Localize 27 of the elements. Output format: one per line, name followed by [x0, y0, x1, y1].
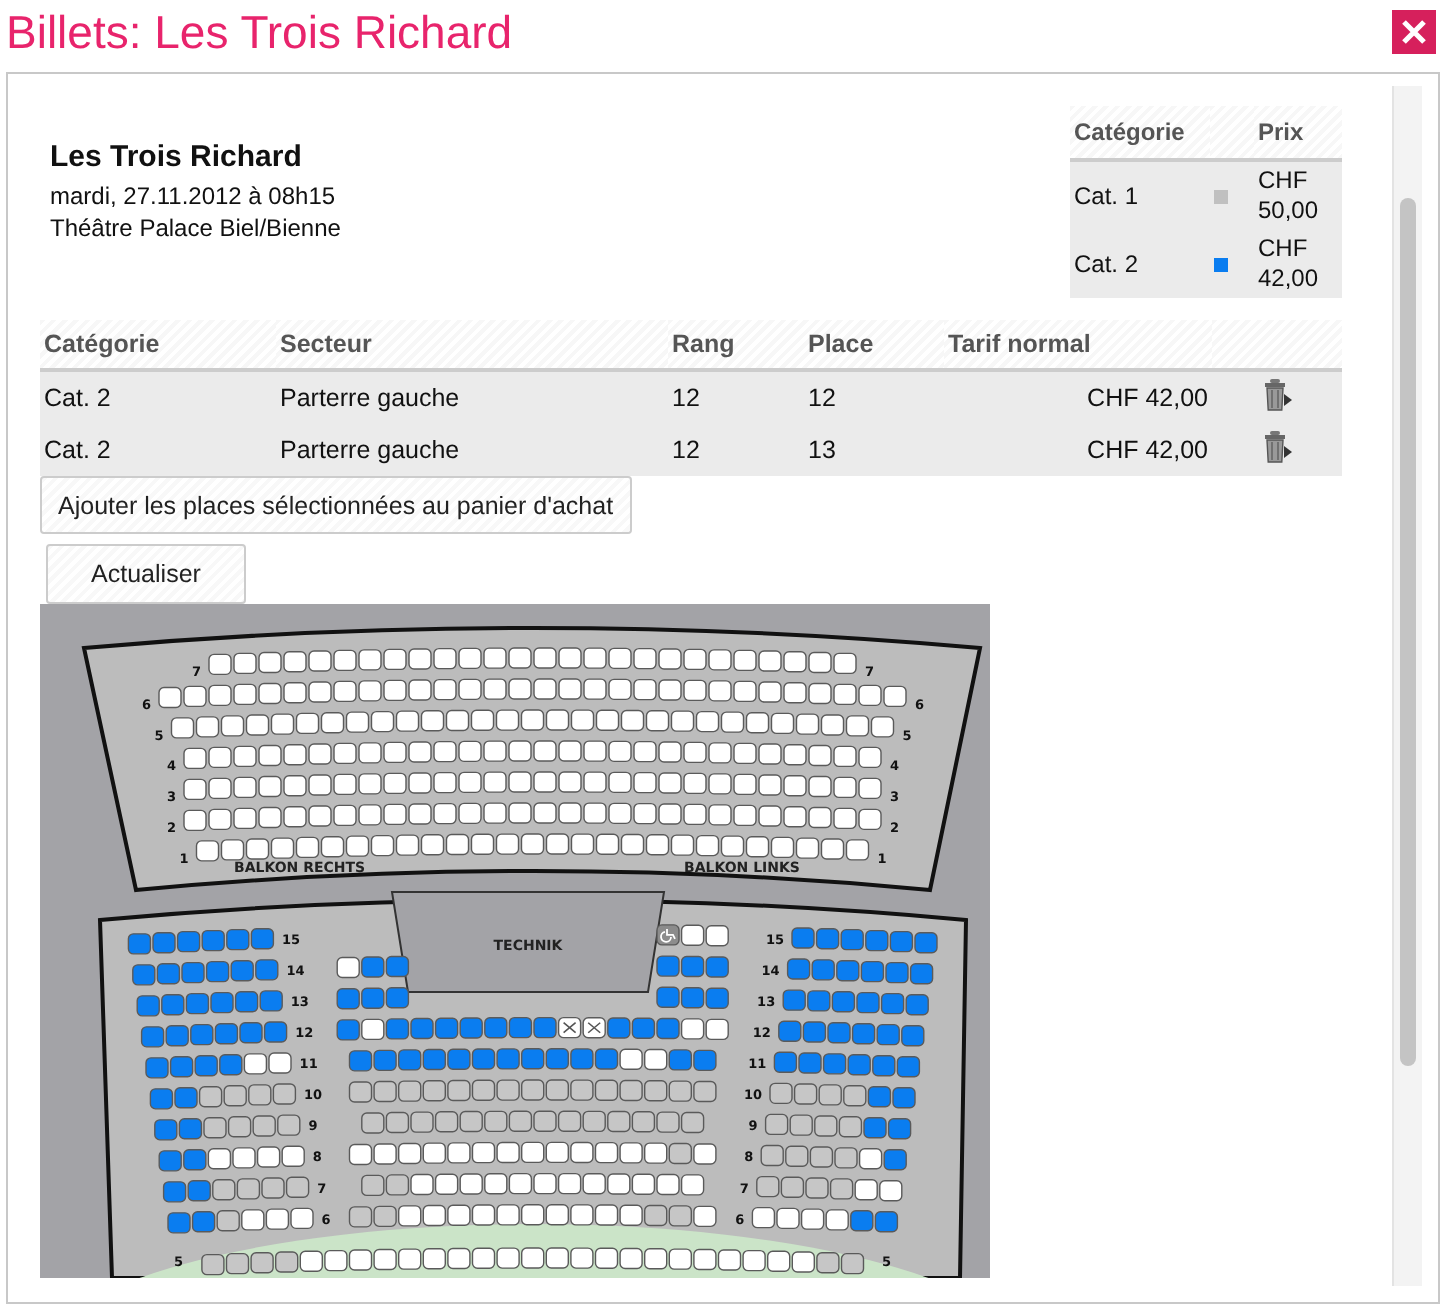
- event-title: Les Trois Richard: [50, 140, 304, 174]
- column-header: Tarif normal: [944, 320, 1212, 370]
- table-cell: CHF 42,00: [944, 370, 1212, 424]
- table-cell: Cat. 2: [40, 370, 276, 424]
- table-cell: 12: [668, 370, 804, 424]
- column-header: Prix: [1254, 106, 1342, 160]
- dialog-title: Billets: Les Trois Richard: [6, 5, 513, 59]
- table-cell: Cat. 1: [1070, 160, 1210, 230]
- table-cell: 12: [668, 424, 804, 476]
- table-cell: Cat. 2: [40, 424, 276, 476]
- column-header: Catégorie: [1070, 106, 1210, 160]
- add-to-cart-button[interactable]: Ajouter les places sélectionnées au panier d'achat: [40, 476, 632, 534]
- table-cell: 13: [804, 424, 944, 476]
- table-cell: Parterre gauche: [276, 424, 668, 476]
- column-header: Place: [804, 320, 944, 370]
- table-cell: Cat. 2: [1070, 230, 1210, 298]
- column-header: Rang: [668, 320, 804, 370]
- column-header: Catégorie: [40, 320, 276, 370]
- refresh-button[interactable]: Actualiser: [46, 544, 246, 604]
- table-cell: CHF 50,00: [1254, 160, 1342, 230]
- event-venue: Théâtre Palace Biel/Bienne: [50, 212, 341, 244]
- table-cell: CHF 42,00: [944, 424, 1212, 476]
- table-cell: 12: [804, 370, 944, 424]
- table-cell: Parterre gauche: [276, 370, 668, 424]
- event-date: mardi, 27.11.2012 à 08h15: [50, 180, 338, 212]
- column-header: Secteur: [276, 320, 668, 370]
- table-cell: CHF 42,00: [1254, 230, 1342, 298]
